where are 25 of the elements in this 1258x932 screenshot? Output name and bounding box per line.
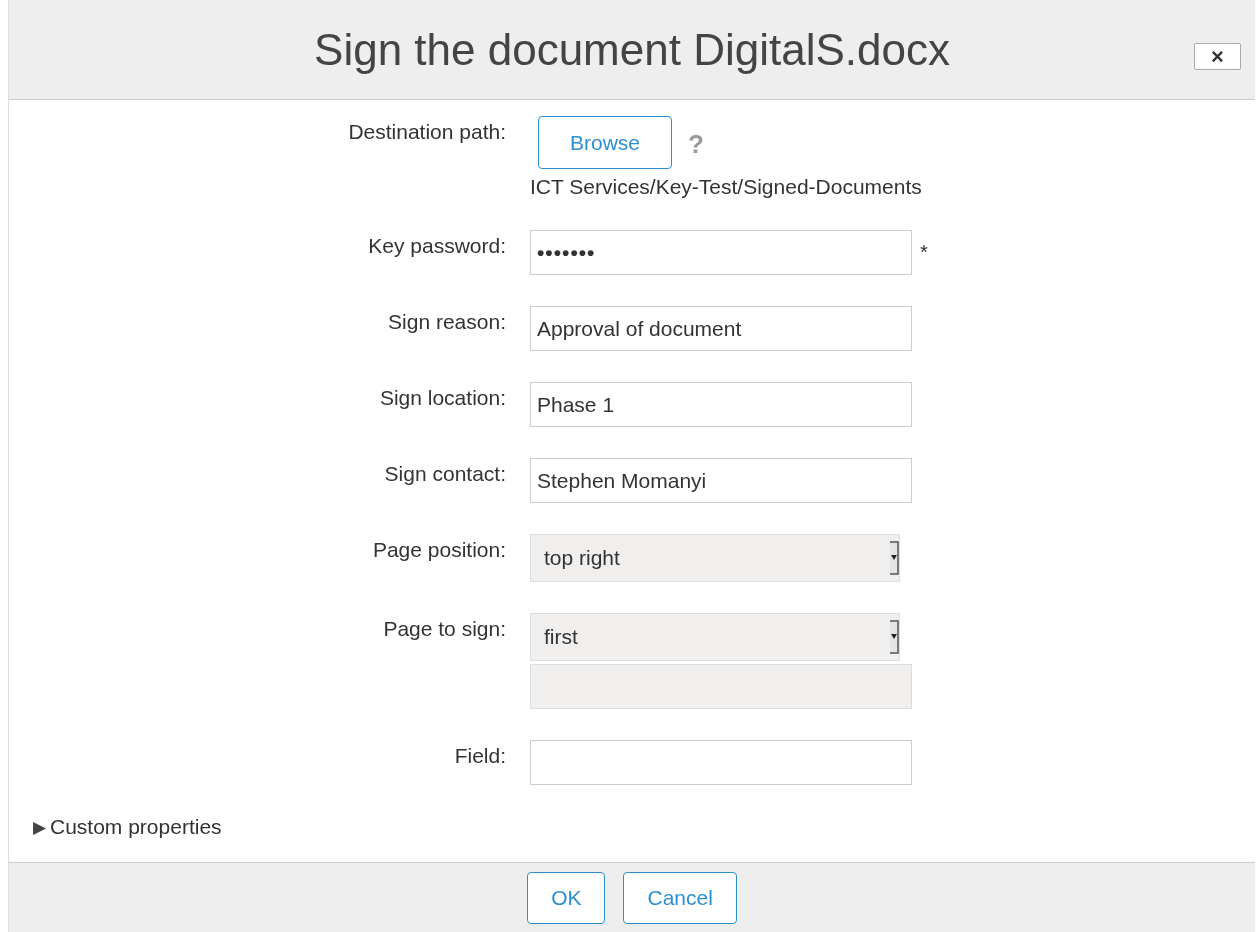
- field-label: Page to sign:: [382, 616, 506, 641]
- input-field[interactable]: Approval of document: [530, 306, 912, 351]
- field-label: Sign reason:: [387, 309, 506, 334]
- destination-path: ICT Services/Key-Test/Signed-Documents: [530, 175, 922, 199]
- input-field[interactable]: Phase 1: [530, 382, 912, 427]
- ok-button[interactable]: OK: [527, 871, 606, 924]
- cancel-button[interactable]: Cancel: [623, 871, 737, 924]
- browse-button[interactable]: Browse: [538, 116, 672, 169]
- field-label: Sign contact:: [383, 461, 506, 486]
- input-field[interactable]: Stephen Momanyi: [530, 458, 912, 503]
- field-label: Page position:: [371, 537, 506, 562]
- required-mark: *: [920, 241, 928, 264]
- dropdown[interactable]: top right: [530, 534, 900, 582]
- caret-icon: [889, 620, 899, 654]
- field-label: Sign location:: [378, 385, 506, 410]
- input-field[interactable]: [530, 740, 912, 785]
- dropdown[interactable]: first: [530, 613, 900, 661]
- custom-properties-toggle[interactable]: ▶ Custom properties: [33, 815, 222, 839]
- password-field[interactable]: •••••••: [530, 230, 912, 275]
- caret-icon: [889, 541, 899, 575]
- field-label: Destination path:: [347, 119, 506, 144]
- field-label: Key password:: [367, 233, 506, 258]
- close-button[interactable]: ×: [1194, 43, 1241, 70]
- dialog-title: Sign the document DigitalS.docx: [314, 24, 950, 75]
- field-label: Field:: [453, 743, 506, 768]
